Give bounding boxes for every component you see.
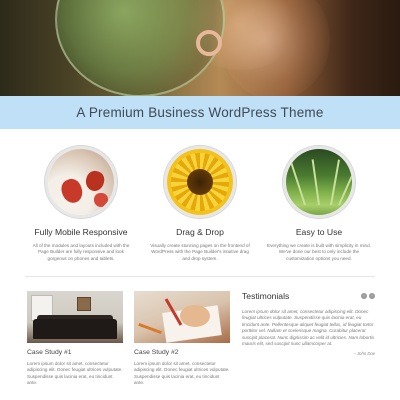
feature-mobile-responsive: Fully Mobile Responsive All of the modul… xyxy=(22,146,140,262)
page-title: A Premium Business WordPress Theme xyxy=(76,105,324,120)
case-study-2: Case Study #2 Lorem ipsum dolor sit amet… xyxy=(134,291,230,387)
feature-image-grass[interactable] xyxy=(283,146,355,218)
case-study-title[interactable]: Case Study #1 xyxy=(27,349,123,356)
feature-drag-drop: Drag & Drop Visually create stunning pag… xyxy=(141,146,259,262)
case-study-text: Lorem ipsum dolor sit amet, consectetur … xyxy=(134,361,230,386)
feature-title: Drag & Drop xyxy=(176,227,224,237)
hero-banner xyxy=(0,0,400,96)
case-study-1: Case Study #1 Lorem ipsum dolor sit amet… xyxy=(27,291,123,387)
title-bar: A Premium Business WordPress Theme xyxy=(0,96,400,129)
testimonials-widget: Testimonials ‹ › Lorem ipsum dolor sit a… xyxy=(242,291,375,356)
case-study-image-drawing-desk[interactable] xyxy=(134,291,230,343)
feature-title: Easy to Use xyxy=(295,227,343,237)
chevron-left-icon[interactable]: ‹ xyxy=(361,293,367,299)
feature-text: All of the modules and layouts included … xyxy=(32,243,130,261)
section-divider xyxy=(25,276,375,277)
testimonial-author: – John Doe xyxy=(353,351,375,357)
feature-text: Visually create stunning pages on the fr… xyxy=(150,243,250,261)
testimonial-quote: Lorem ipsum dolor sit amet, consectetur … xyxy=(242,309,375,347)
feature-easy-to-use: Easy to Use Everything we create is buil… xyxy=(260,146,378,262)
feature-title: Fully Mobile Responsive xyxy=(34,227,128,237)
feature-image-sunflower[interactable] xyxy=(164,146,236,218)
chevron-right-icon[interactable]: › xyxy=(369,293,375,299)
hero-face xyxy=(220,0,330,96)
feature-image-strawberries[interactable] xyxy=(45,146,117,218)
bubble-wand xyxy=(196,30,222,56)
case-study-image-living-room[interactable] xyxy=(27,291,123,343)
case-study-text: Lorem ipsum dolor sit amet, consectetur … xyxy=(27,361,123,386)
case-study-title[interactable]: Case Study #2 xyxy=(134,349,230,356)
feature-text: Everything we create is built with simpl… xyxy=(267,243,371,261)
testimonials-title: Testimonials xyxy=(242,291,290,301)
